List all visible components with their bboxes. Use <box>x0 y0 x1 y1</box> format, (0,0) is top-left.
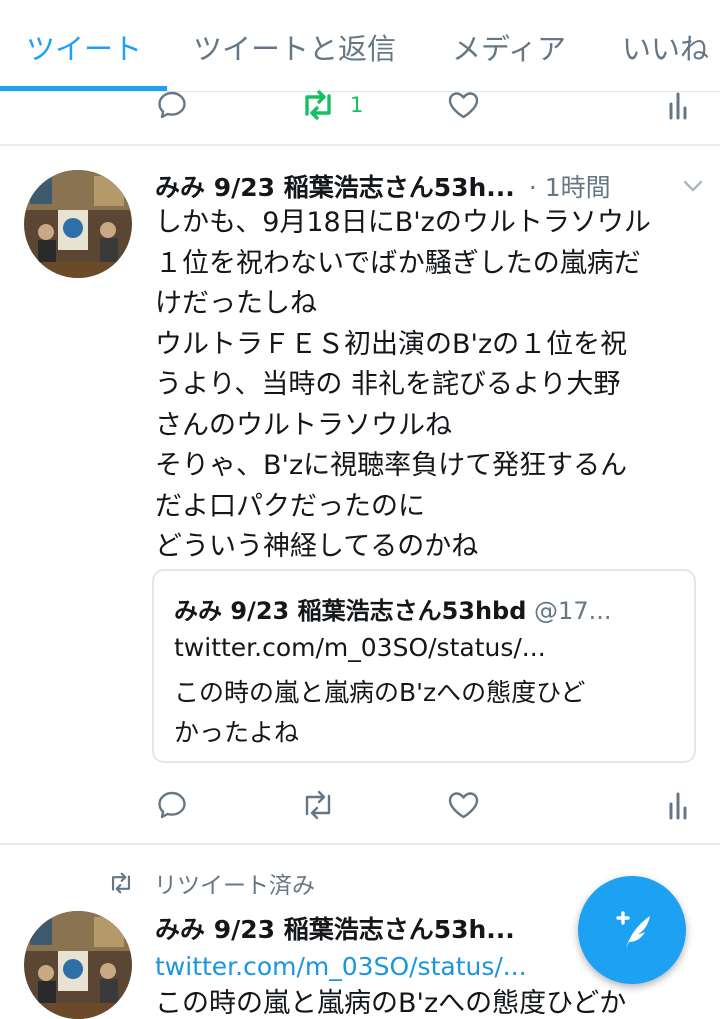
tweet-text-line: けだったしね <box>155 288 317 319</box>
retweeted-text: リツイート済み <box>154 873 315 899</box>
profile-tabs: ツイート ツイートと返信 メディア いいね <box>0 0 720 92</box>
tweet-text-line: さんのウルトラソウルね <box>155 409 452 441</box>
retweet-icon[interactable] <box>300 780 336 830</box>
compose-button[interactable] <box>578 876 686 984</box>
avatar[interactable] <box>24 911 132 1019</box>
analytics-icon[interactable] <box>668 80 688 130</box>
tweet-text-line: ウルトラＦＥＳ初出演のB'zの１位を祝 <box>155 328 628 360</box>
author-name[interactable]: みみ 9/23 稲葉浩志さん53h... <box>155 910 515 946</box>
like-icon[interactable] <box>447 80 480 130</box>
quoted-tweet[interactable]: みみ 9/23 稲葉浩志さん53hbd @17... twitter.com/m… <box>152 569 696 763</box>
retweet-icon <box>305 90 331 120</box>
retweet-count: 1 <box>350 93 364 117</box>
tweet-text-line: どういう神経してるのかね <box>155 531 479 562</box>
retweeted-label: リツイート済み <box>108 866 315 900</box>
author-name[interactable]: みみ 9/23 稲葉浩志さん53h... <box>155 168 515 204</box>
quote-text-line: この時の嵐と嵐病のB'zへの態度ひど <box>174 678 586 707</box>
tweet-text-line: うより、当時の 非礼を詫びるより大野 <box>155 369 621 400</box>
like-icon[interactable] <box>447 780 480 830</box>
tab-tweets-and-replies[interactable]: ツイートと返信 <box>193 26 396 68</box>
avatar[interactable] <box>24 170 132 278</box>
chevron-down-icon[interactable] <box>681 174 705 198</box>
quote-handle: @17... <box>526 597 612 625</box>
previous-tweet-actions: 1 <box>0 80 720 130</box>
analytics-icon[interactable] <box>668 780 688 830</box>
tweet-divider <box>0 144 720 146</box>
quote-text-line: かったよね <box>174 718 300 747</box>
tweet-header: みみ 9/23 稲葉浩志さん53h... · 1時間 <box>155 166 705 206</box>
tweet-text: しかも、9月18日にB'zのウルトラソウル １位を祝わないでばか騒ぎしたの嵐病だ… <box>155 203 695 568</box>
tweet-text-line: この時の嵐と嵐病のB'zへの態度ひどか <box>155 988 627 1019</box>
tab-media[interactable]: メディア <box>452 26 566 68</box>
quote-header: みみ 9/23 稲葉浩志さん53hbd @17... <box>174 591 611 626</box>
tweet-text-line: そりゃ、B'zに視聴率負けて発狂するん <box>155 450 628 481</box>
tweet-divider <box>0 843 720 845</box>
tweet-text-line: しかも、9月18日にB'zのウルトラソウル <box>155 207 651 238</box>
quote-author-name: みみ 9/23 稲葉浩志さん53hbd <box>174 597 527 625</box>
compose-icon <box>616 911 650 948</box>
quote-link[interactable]: twitter.com/m_03SO/status/... <box>174 633 546 662</box>
reply-icon[interactable] <box>156 780 188 830</box>
reply-icon[interactable] <box>156 80 188 130</box>
tab-likes[interactable]: いいね <box>622 26 709 68</box>
tab-tweets[interactable]: ツイート <box>26 26 142 68</box>
retweet-icon <box>111 872 131 894</box>
tweet-text-line: だよ口パクだったのに <box>155 490 425 522</box>
tweet-actions <box>0 780 720 830</box>
tweet-text: この時の嵐と嵐病のB'zへの態度ひどか <box>155 984 695 1019</box>
tweet-time[interactable]: · 1時間 <box>529 168 611 204</box>
tweet-text-line: １位を祝わないでばか騒ぎしたの嵐病だ <box>155 247 641 279</box>
retweet-button[interactable]: 1 <box>300 80 363 130</box>
